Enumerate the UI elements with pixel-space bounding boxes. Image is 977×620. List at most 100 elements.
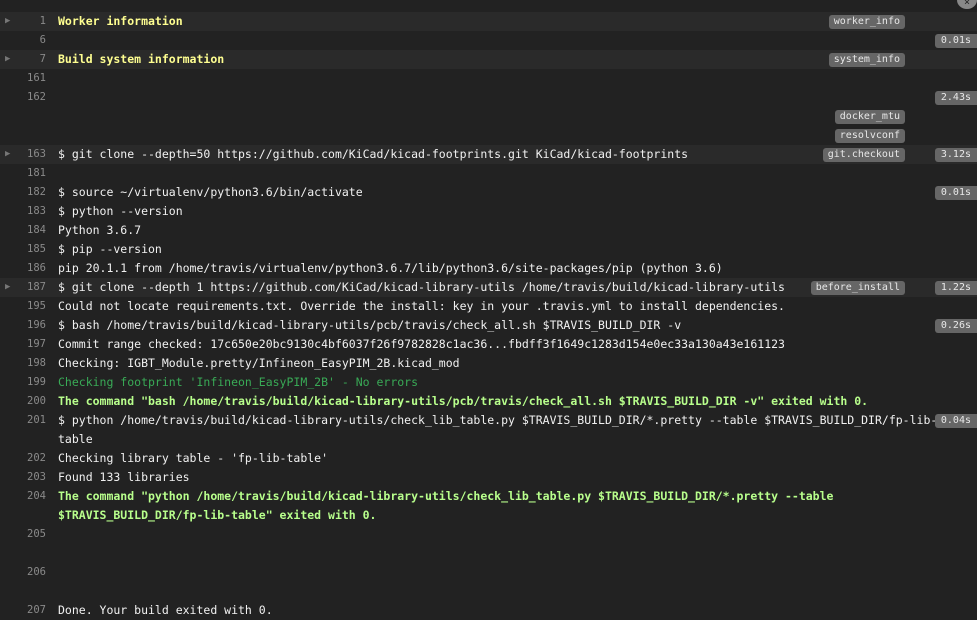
- log-text: Done. Your build exited with 0.: [58, 603, 273, 617]
- line-number[interactable]: 184: [14, 221, 46, 240]
- log-line: 207 Done. Your build exited with 0.: [0, 601, 977, 620]
- line-number[interactable]: [14, 582, 46, 601]
- fold-tag-badge: resolvconf: [834, 129, 905, 143]
- log-line: 203 Found 133 libraries: [0, 468, 977, 487]
- log-line: 200 The command "bash /home/travis/build/…: [0, 392, 977, 411]
- log-line: [0, 544, 977, 563]
- log-line: 196 $ bash /home/travis/build/kicad-libra…: [0, 316, 977, 335]
- log-line: 183 $ python --version: [0, 202, 977, 221]
- log-line: 161: [0, 69, 977, 88]
- log-text: Checking library table - 'fp-lib-table': [58, 451, 329, 465]
- line-number[interactable]: [14, 430, 46, 449]
- log-line: [0, 582, 977, 601]
- log-line: docker_mtu: [0, 107, 977, 126]
- line-number[interactable]: 201: [14, 411, 46, 430]
- log-line: 204 The command "python /home/travis/buil…: [0, 487, 977, 506]
- line-number[interactable]: 182: [14, 183, 46, 202]
- fold-tag-badge: system_info: [828, 53, 905, 67]
- log-text: Python 3.6.7: [58, 223, 142, 237]
- log-line: 186 pip 20.1.1 from /home/travis/virtuale…: [0, 259, 977, 278]
- log-text: table: [58, 432, 93, 446]
- build-log-page: { "corner_icon": "close-icon", "lines": …: [0, 0, 977, 617]
- log-line: 162 2.43s: [0, 88, 977, 107]
- fold-tag-badge: git.checkout: [822, 148, 905, 162]
- log-text: pip 20.1.1 from /home/travis/virtualenv/…: [58, 261, 723, 275]
- log-text: $ git clone --depth=50 https://github.co…: [58, 147, 689, 161]
- log-line: 197 Commit range checked: 17c650e20bc9130…: [0, 335, 977, 354]
- log-line: 184 Python 3.6.7: [0, 221, 977, 240]
- line-number[interactable]: 199: [14, 373, 46, 392]
- line-number[interactable]: 207: [14, 601, 46, 620]
- close-icon[interactable]: ×: [957, 0, 977, 9]
- log-line: table: [0, 430, 977, 449]
- log-text: $ python --version: [58, 204, 183, 218]
- log-text: Commit range checked: 17c650e20bc9130c4b…: [58, 337, 785, 351]
- log-line: 198 Checking: IGBT_Module.pretty/Infineon…: [0, 354, 977, 373]
- line-number[interactable]: 162: [14, 88, 46, 107]
- duration-badge: 0.01s: [934, 186, 977, 200]
- line-number[interactable]: 205: [14, 525, 46, 544]
- line-number[interactable]: [14, 544, 46, 563]
- log-line: 6 0.01s: [0, 31, 977, 50]
- log-text: Worker information: [58, 14, 183, 28]
- line-number[interactable]: 163: [14, 145, 46, 164]
- fold-tag-badge: before_install: [810, 281, 905, 295]
- line-number[interactable]: 200: [14, 392, 46, 411]
- line-number[interactable]: 203: [14, 468, 46, 487]
- duration-badge: 0.26s: [934, 319, 977, 333]
- log-line: resolvconf: [0, 126, 977, 145]
- fold-tag-badge: docker_mtu: [834, 110, 905, 124]
- log-text: $ bash /home/travis/build/kicad-library-…: [58, 318, 682, 332]
- log-text: Could not locate requirements.txt. Overr…: [58, 299, 785, 313]
- line-number[interactable]: 197: [14, 335, 46, 354]
- log-line: 181: [0, 164, 977, 183]
- line-number[interactable]: 181: [14, 164, 46, 183]
- line-number[interactable]: 187: [14, 278, 46, 297]
- line-number[interactable]: [14, 126, 46, 145]
- line-number[interactable]: 198: [14, 354, 46, 373]
- line-number[interactable]: 196: [14, 316, 46, 335]
- log-text: $TRAVIS_BUILD_DIR/fp-lib-table" exited w…: [58, 508, 377, 522]
- line-number[interactable]: [14, 107, 46, 126]
- log-line: $TRAVIS_BUILD_DIR/fp-lib-table" exited w…: [0, 506, 977, 525]
- log-text: The command "python /home/travis/build/k…: [58, 489, 834, 503]
- line-number[interactable]: 195: [14, 297, 46, 316]
- log-text: $ pip --version: [58, 242, 162, 256]
- fold-log-line[interactable]: ▶ 187 $ git clone --depth 1 https://github…: [0, 278, 977, 297]
- duration-badge: 3.12s: [934, 148, 977, 162]
- line-number[interactable]: [14, 506, 46, 525]
- duration-badge: 1.22s: [934, 281, 977, 295]
- log-text: Found 133 libraries: [58, 470, 190, 484]
- line-number[interactable]: 1: [14, 12, 46, 31]
- duration-badge: 2.43s: [934, 91, 977, 105]
- log-line: 185 $ pip --version: [0, 240, 977, 259]
- line-number[interactable]: 183: [14, 202, 46, 221]
- line-number[interactable]: 204: [14, 487, 46, 506]
- fold-log-line[interactable]: ▶ 7 Build system information system_info: [0, 50, 977, 69]
- line-number[interactable]: 202: [14, 449, 46, 468]
- log-text: $ git clone --depth 1 https://github.com…: [58, 280, 785, 294]
- line-number[interactable]: 6: [14, 31, 46, 50]
- fold-log-line[interactable]: ▶ 1 Worker information worker_info: [0, 12, 977, 31]
- line-number[interactable]: 206: [14, 563, 46, 582]
- fold-log-line[interactable]: ▶ 163 $ git clone --depth=50 https://githu…: [0, 145, 977, 164]
- log-line: 202 Checking library table - 'fp-lib-tabl…: [0, 449, 977, 468]
- log-line: 206: [0, 563, 977, 582]
- log-text: Build system information: [58, 52, 225, 66]
- duration-badge: 0.01s: [934, 34, 977, 48]
- line-number[interactable]: 185: [14, 240, 46, 259]
- log-text: $ source ~/virtualenv/python3.6/bin/acti…: [58, 185, 363, 199]
- line-number[interactable]: 186: [14, 259, 46, 278]
- log-line: 182 $ source ~/virtualenv/python3.6/bin/a…: [0, 183, 977, 202]
- log-line: 205: [0, 525, 977, 544]
- log-line: 199 Checking footprint 'Infineon_EasyPIM_…: [0, 373, 977, 392]
- log-line: 195 Could not locate requirements.txt. Ov…: [0, 297, 977, 316]
- duration-badge: 0.04s: [934, 414, 977, 428]
- line-number[interactable]: 161: [14, 69, 46, 88]
- line-number[interactable]: 7: [14, 50, 46, 69]
- log-text: $ python /home/travis/build/kicad-librar…: [58, 413, 938, 427]
- log-text: Checking: IGBT_Module.pretty/Infineon_Ea…: [58, 356, 460, 370]
- log-text: Checking footprint 'Infineon_EasyPIM_2B'…: [58, 375, 419, 389]
- log-text: The command "bash /home/travis/build/kic…: [58, 394, 869, 408]
- log-line: 201 $ python /home/travis/build/kicad-lib…: [0, 411, 977, 430]
